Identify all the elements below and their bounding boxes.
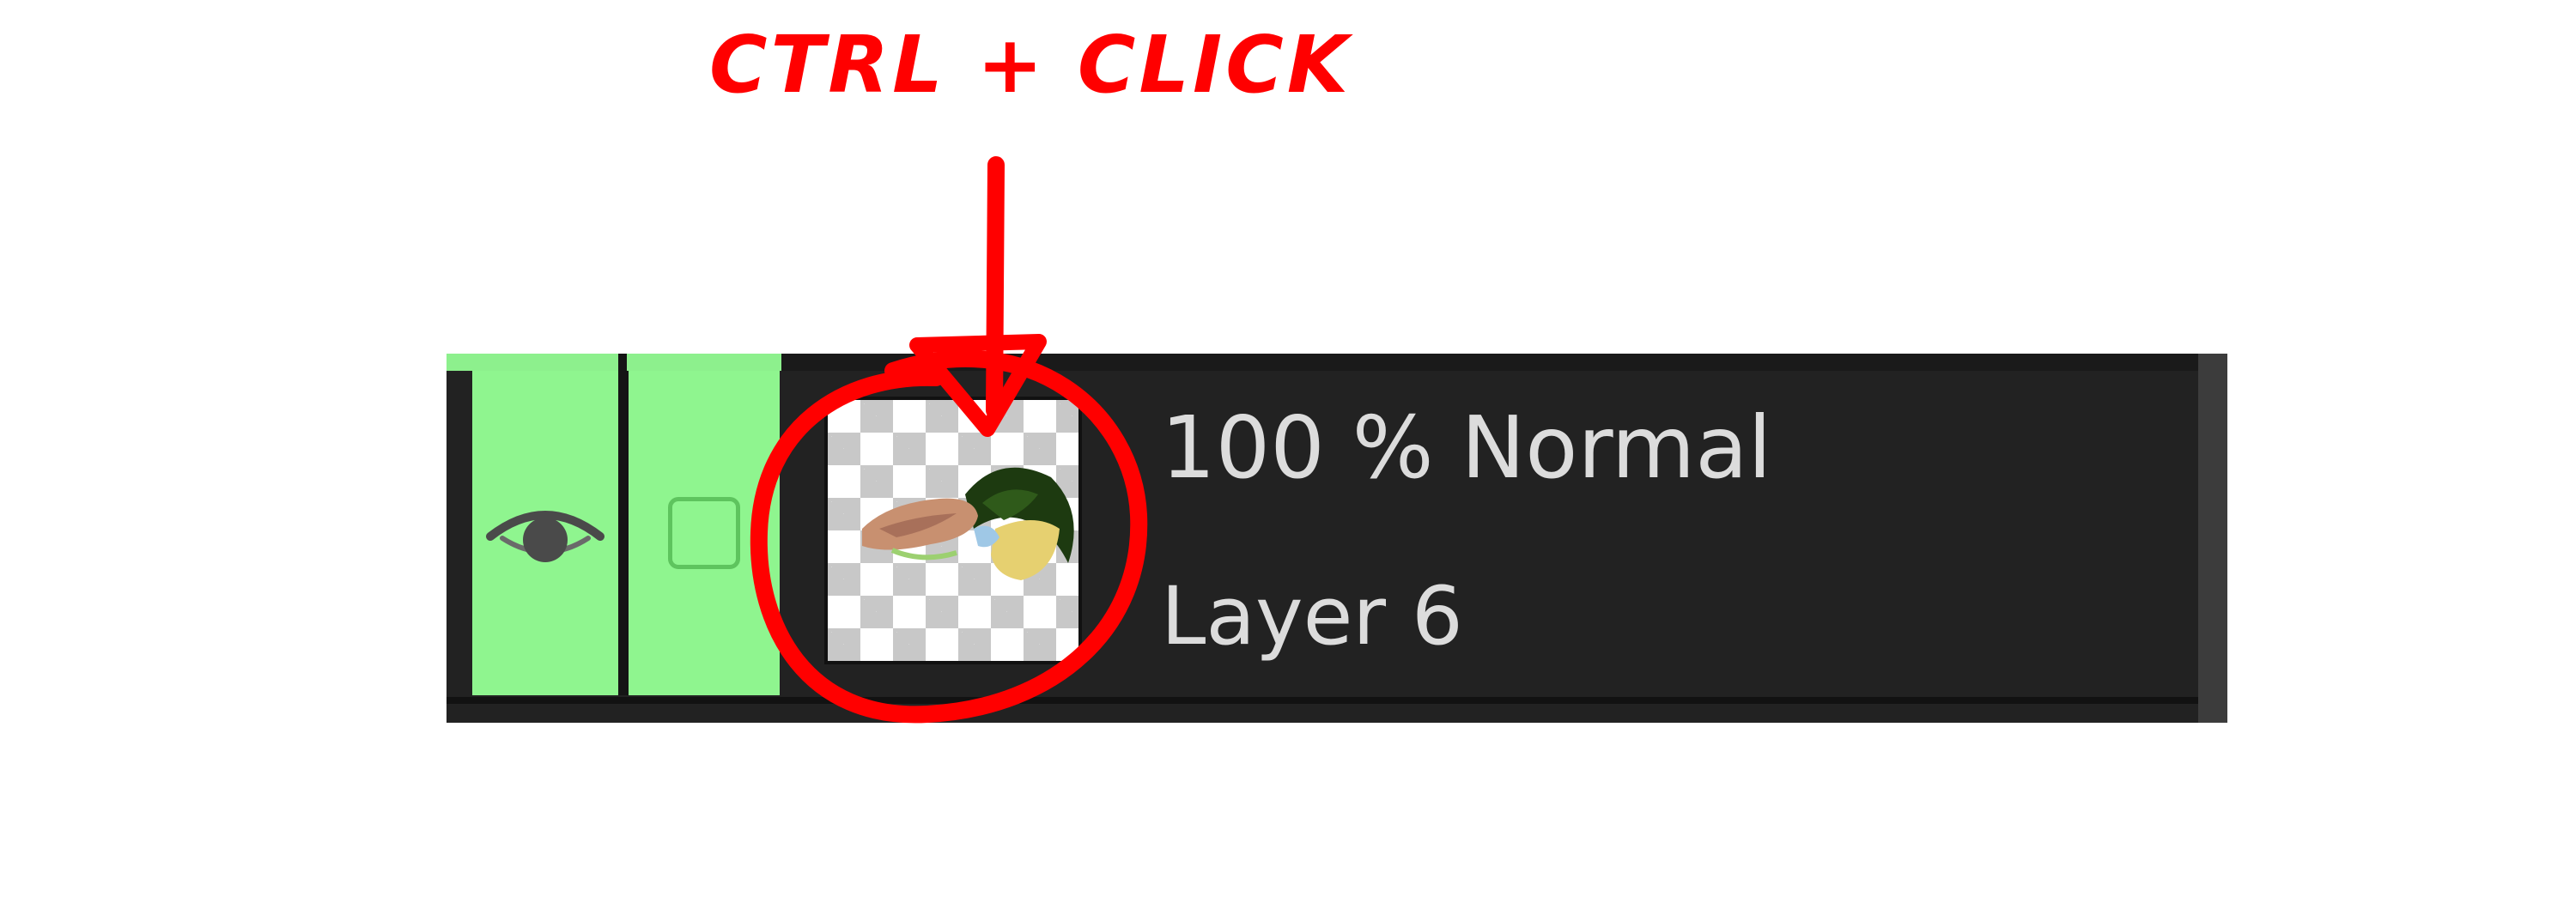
thumbnail-artwork (862, 467, 1074, 580)
cell-separator (618, 371, 629, 695)
layer-lock-toggle[interactable] (629, 371, 780, 695)
previous-row-lock-sliver (627, 354, 781, 371)
screenshot-stage: CTRL + CLICK 100 % Normal Layer 6 (0, 0, 2576, 915)
annotation-caption: CTRL + CLICK (709, 19, 1352, 111)
layer-opacity-blend: 100 % Normal (1161, 397, 1772, 498)
layers-panel: 100 % Normal Layer 6 (447, 354, 2227, 723)
layer-thumbnail[interactable] (824, 397, 1082, 664)
lock-toggle-icon (668, 497, 740, 569)
layer-name: Layer 6 (1161, 570, 1463, 664)
previous-row-separator (618, 354, 627, 371)
previous-row-visibility-sliver (447, 354, 618, 371)
row-divider (447, 697, 2198, 704)
panel-scrollbar[interactable] (2198, 354, 2227, 723)
layer-visibility-toggle[interactable] (472, 371, 618, 695)
eye-icon (486, 511, 605, 562)
